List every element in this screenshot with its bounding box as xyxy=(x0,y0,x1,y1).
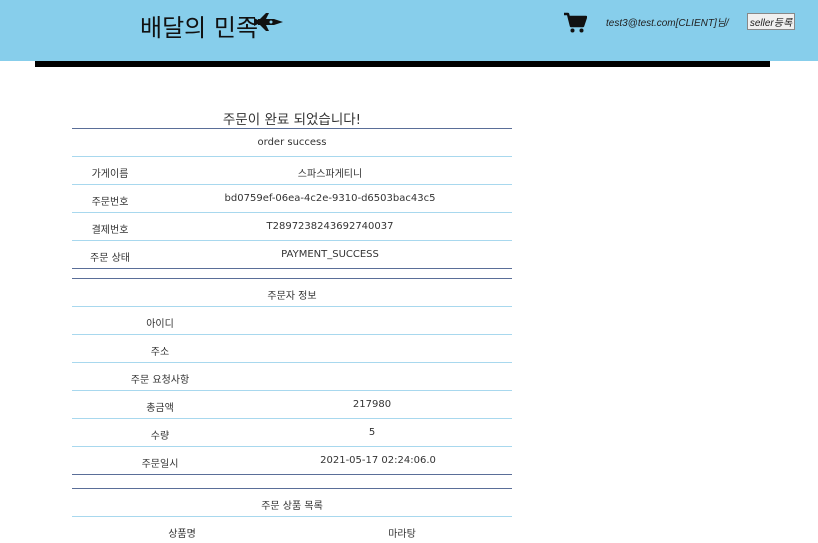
row-value: T2897238243692740037 xyxy=(266,221,394,232)
divider xyxy=(72,418,512,419)
divider xyxy=(72,278,512,279)
divider xyxy=(72,156,512,157)
row-value: 2021-05-17 02:24:06.0 xyxy=(320,455,436,466)
row-label: 상품명 xyxy=(168,529,196,540)
row-label: 주문 상태 xyxy=(90,253,130,264)
row-label: 총금액 xyxy=(146,403,174,414)
divider xyxy=(72,516,512,517)
top-header: 배달의 민족 test3@test.com[CLIENT]님/ seller등록 xyxy=(0,0,818,61)
seller-register-button[interactable]: seller등록 xyxy=(747,13,795,30)
orderer-info-heading: 주문자 정보 xyxy=(267,291,317,302)
page-title: 주문이 완료 되었습니다! xyxy=(222,112,362,128)
row-value: PAYMENT_SUCCESS xyxy=(281,249,379,260)
row-label: 주문일시 xyxy=(141,459,179,470)
divider xyxy=(72,488,512,489)
row-label: 가게이름 xyxy=(91,169,129,180)
divider xyxy=(72,474,512,475)
product-list-heading: 주문 상품 목록 xyxy=(261,501,323,512)
divider xyxy=(72,240,512,241)
user-info-link[interactable]: test3@test.com[CLIENT]님/ xyxy=(606,14,729,29)
row-label: 아이디 xyxy=(146,319,174,330)
row-value: 스파스파게티니 xyxy=(297,169,363,180)
divider xyxy=(72,306,512,307)
row-value: 5 xyxy=(368,427,376,438)
cart-icon[interactable] xyxy=(563,12,588,38)
divider xyxy=(72,362,512,363)
row-value: 217980 xyxy=(352,399,392,410)
divider xyxy=(72,446,512,447)
row-label: 주문 요청사항 xyxy=(130,375,190,386)
site-logo[interactable]: 배달의 민족 xyxy=(140,8,258,43)
divider xyxy=(72,334,512,335)
row-label: 주소 xyxy=(150,347,170,358)
row-label: 수량 xyxy=(150,431,170,442)
row-label: 주문번호 xyxy=(91,197,129,208)
row-value: 마라탕 xyxy=(388,529,416,540)
header-divider xyxy=(35,61,770,67)
divider xyxy=(72,184,512,185)
row-value: bd0759ef-06ea-4c2e-9310-d6503bac43c5 xyxy=(224,193,436,204)
divider xyxy=(72,268,512,269)
order-success-text: order success xyxy=(257,137,327,148)
divider xyxy=(72,128,512,129)
row-label: 결제번호 xyxy=(91,225,129,236)
rocket-icon xyxy=(254,13,284,35)
divider xyxy=(72,212,512,213)
divider xyxy=(72,390,512,391)
